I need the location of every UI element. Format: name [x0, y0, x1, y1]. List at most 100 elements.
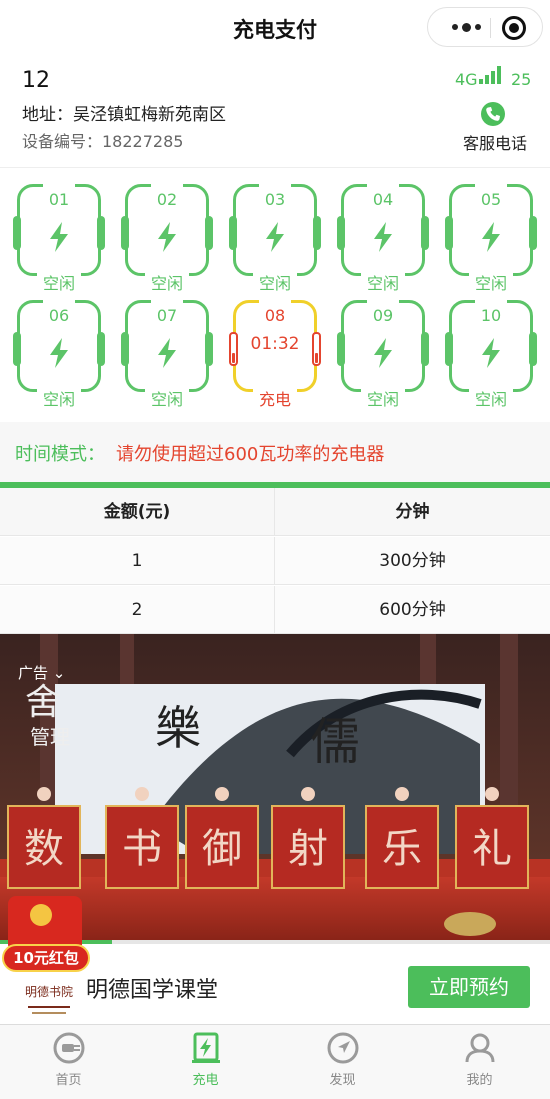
port-side-indicator — [13, 216, 21, 250]
lightning-icon — [47, 222, 71, 252]
tab-label: 首页 — [55, 1073, 82, 1088]
more-options-icon[interactable] — [446, 17, 486, 37]
home-plug-icon — [53, 1032, 85, 1064]
tab-discover[interactable]: 发现 — [274, 1025, 411, 1099]
close-miniprogram-icon[interactable] — [502, 16, 526, 40]
port-status: 空闲 — [366, 274, 399, 293]
port-side-indicator — [97, 216, 105, 250]
ad-title: 明德国学课堂 — [86, 978, 219, 1003]
svg-text:樂: 樂 — [155, 701, 201, 755]
table-header-row: 金额(元) 分钟 — [0, 488, 550, 536]
user-icon — [465, 1033, 495, 1063]
port-number: 03 — [264, 190, 286, 209]
svg-text:射: 射 — [288, 826, 328, 872]
charging-timer: 01:32 — [250, 334, 300, 354]
minutes-cell: 300分钟 — [379, 551, 446, 571]
advertisement: 樂 儒 舍 管理 数 书 御 射 乐 礼 广告 ⌄ 10元红包 明德书院 明德国… — [0, 634, 550, 1024]
signal-value: 25 — [511, 70, 532, 89]
signal-bars-icon — [479, 64, 505, 84]
tab-home[interactable]: 首页 — [0, 1025, 137, 1099]
charging-port-04[interactable]: 04 空闲 — [337, 178, 429, 293]
port-side-indicator — [205, 216, 213, 250]
service-phone-label: 客服电话 — [462, 134, 527, 153]
time-mode-bar: 时间模式： 请勿使用超过600瓦功率的充电器 — [0, 422, 550, 482]
network-type: 4G — [455, 70, 478, 89]
port-number: 01 — [48, 190, 70, 209]
lightning-icon — [479, 338, 503, 368]
phone-icon — [481, 102, 505, 126]
tab-bar: 首页 充电 发现 我的 — [0, 1024, 550, 1099]
charging-payment-page: 充电支付 12 地址：吴泾镇虹梅新苑南区 设备编号：18227285 4G 25… — [0, 0, 550, 1099]
port-side-indicator — [421, 216, 429, 250]
power-warning: 请勿使用超过600瓦功率的充电器 — [116, 444, 385, 465]
station-address: 地址：吴泾镇虹梅新苑南区 — [22, 105, 226, 125]
port-number: 09 — [372, 306, 394, 325]
port-side-indicator — [13, 332, 21, 366]
book-now-button[interactable]: 立即预约 — [408, 966, 530, 1008]
port-side-indicator — [337, 216, 345, 250]
charging-ports-grid: 01 空闲 02 空闲 03 空闲 04 空闲 05 空闲 06 空闲 07 空闲 08 01:32 充电 09 空… — [0, 170, 550, 420]
port-status: 空闲 — [258, 274, 291, 293]
port-side-indicator — [121, 332, 129, 366]
charging-port-08[interactable]: 08 01:32 充电 — [229, 294, 321, 409]
tab-label: 我的 — [466, 1073, 493, 1088]
minutes-cell: 600分钟 — [379, 600, 446, 620]
port-side-indicator — [313, 216, 321, 250]
port-status: 空闲 — [474, 274, 507, 293]
port-status: 空闲 — [366, 390, 399, 409]
table-row[interactable]: 1 300分钟 — [0, 537, 550, 585]
port-status: 充电 — [258, 390, 291, 409]
port-number: 06 — [48, 306, 70, 325]
amount-cell: 2 — [0, 586, 275, 634]
time-mode-label: 时间模式： — [15, 444, 105, 465]
port-number: 07 — [156, 306, 178, 325]
svg-text:礼: 礼 — [472, 826, 512, 872]
port-side-indicator — [445, 332, 453, 366]
port-number: 05 — [480, 190, 502, 209]
tab-label: 充电 — [192, 1073, 219, 1088]
charging-port-02[interactable]: 02 空闲 — [121, 178, 213, 293]
miniprogram-capsule — [427, 7, 543, 47]
tab-mine[interactable]: 我的 — [411, 1025, 548, 1099]
charging-port-01[interactable]: 01 空闲 — [13, 178, 105, 293]
svg-text:舍: 舍 — [25, 682, 61, 723]
red-packet-label: 10元红包 — [2, 944, 90, 972]
ad-logo: 明德书院 — [22, 976, 76, 1020]
capsule-divider — [490, 18, 491, 38]
amount-cell: 1 — [0, 537, 275, 585]
svg-text:儒: 儒 — [310, 713, 360, 771]
charging-port-03[interactable]: 03 空闲 — [229, 178, 321, 293]
port-number: 02 — [156, 190, 178, 209]
ad-video[interactable]: 樂 儒 舍 管理 数 书 御 射 乐 礼 广告 ⌄ — [0, 634, 550, 940]
lightning-icon — [371, 222, 395, 252]
column-header-amount: 金额(元) — [0, 488, 275, 536]
charging-port-09[interactable]: 09 空闲 — [337, 294, 429, 409]
charging-port-05[interactable]: 05 空闲 — [445, 178, 537, 293]
charging-port-07[interactable]: 07 空闲 — [121, 294, 213, 409]
red-packet[interactable]: 10元红包 — [2, 896, 90, 978]
port-side-indicator — [529, 332, 537, 366]
lightning-icon — [47, 338, 71, 368]
station-number: 12 — [22, 68, 50, 93]
port-side-indicator — [205, 332, 213, 366]
charging-port-06[interactable]: 06 空闲 — [13, 294, 105, 409]
navigation-bar: 充电支付 — [0, 0, 550, 56]
tab-charge[interactable]: 充电 — [137, 1025, 274, 1099]
port-number: 10 — [480, 306, 502, 325]
port-side-indicator — [121, 216, 129, 250]
svg-text:管理: 管理 — [30, 725, 70, 749]
port-side-indicator — [445, 216, 453, 250]
lightning-icon — [155, 338, 179, 368]
ad-label[interactable]: 广告 ⌄ — [18, 662, 65, 683]
svg-text:明德书院: 明德书院 — [25, 984, 73, 999]
charge-icon — [192, 1032, 220, 1063]
device-number: 设备编号：18227285 — [22, 132, 184, 151]
port-number: 04 — [372, 190, 394, 209]
svg-text:御: 御 — [202, 826, 242, 872]
table-row[interactable]: 2 600分钟 — [0, 586, 550, 634]
charging-port-10[interactable]: 10 空闲 — [445, 294, 537, 409]
column-header-minutes: 分钟 — [395, 502, 430, 522]
lightning-icon — [155, 222, 179, 252]
port-side-indicator — [529, 216, 537, 250]
customer-service-button[interactable]: 客服电话 — [455, 100, 535, 158]
